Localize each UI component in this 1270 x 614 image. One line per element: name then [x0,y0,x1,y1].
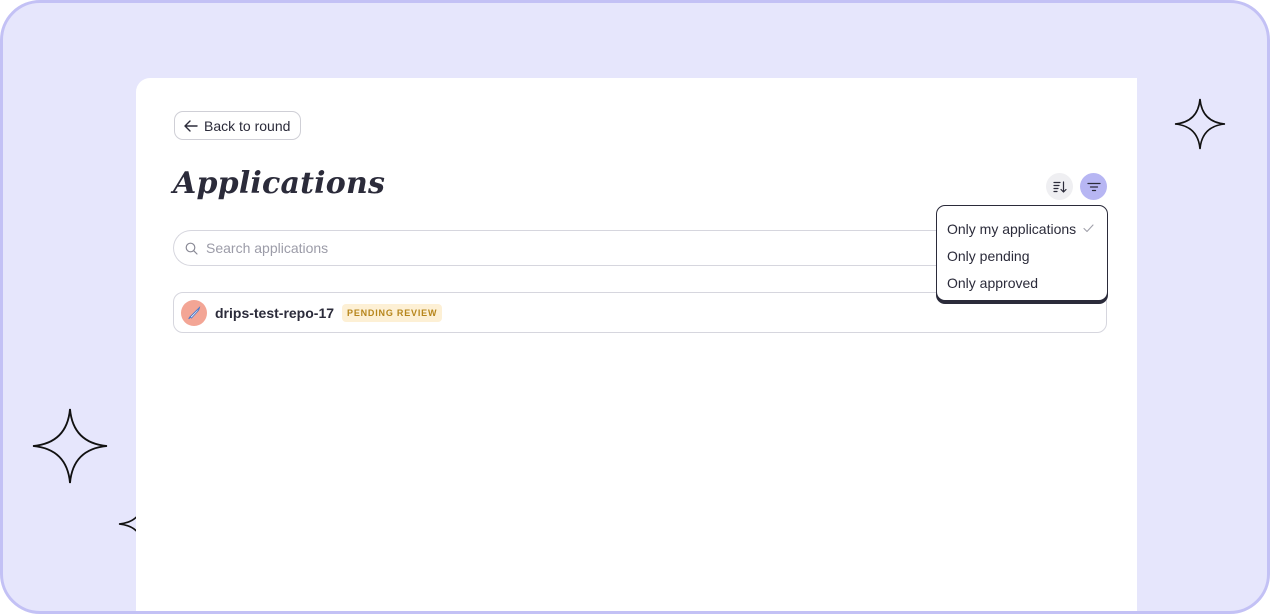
filter-icon [1086,182,1101,191]
sparkle-icon [1174,98,1226,150]
filter-dropdown: Only my applications Only pending Only a… [936,205,1108,301]
menu-item-label: Only approved [947,274,1039,291]
sort-icon [1052,180,1067,193]
menu-item-label: Only my applications [947,220,1077,237]
page-title: Applications [173,166,386,201]
sparkle-icon [32,408,108,484]
avatar [181,299,207,326]
main-panel: Back to round Applications Search applic… [136,78,1137,611]
rocket-icon [188,305,201,319]
menu-item-label: Only pending [947,247,1030,264]
search-icon [185,242,198,255]
app-frame: Back to round Applications Search applic… [0,0,1270,614]
arrow-left-icon [184,119,198,132]
menu-item-only-my-applications[interactable]: Only my applications [937,215,1107,242]
back-button-label: Back to round [204,117,291,134]
sort-button[interactable] [1046,173,1073,200]
menu-item-only-pending[interactable]: Only pending [937,242,1107,269]
filter-button[interactable] [1080,173,1107,200]
menu-item-only-approved[interactable]: Only approved [937,269,1107,296]
back-to-round-button[interactable]: Back to round [174,111,302,140]
check-icon [1083,224,1094,233]
status-badge: PENDING REVIEW [342,303,443,322]
search-input[interactable] [206,240,906,256]
application-name: drips-test-repo-17 [215,304,335,321]
